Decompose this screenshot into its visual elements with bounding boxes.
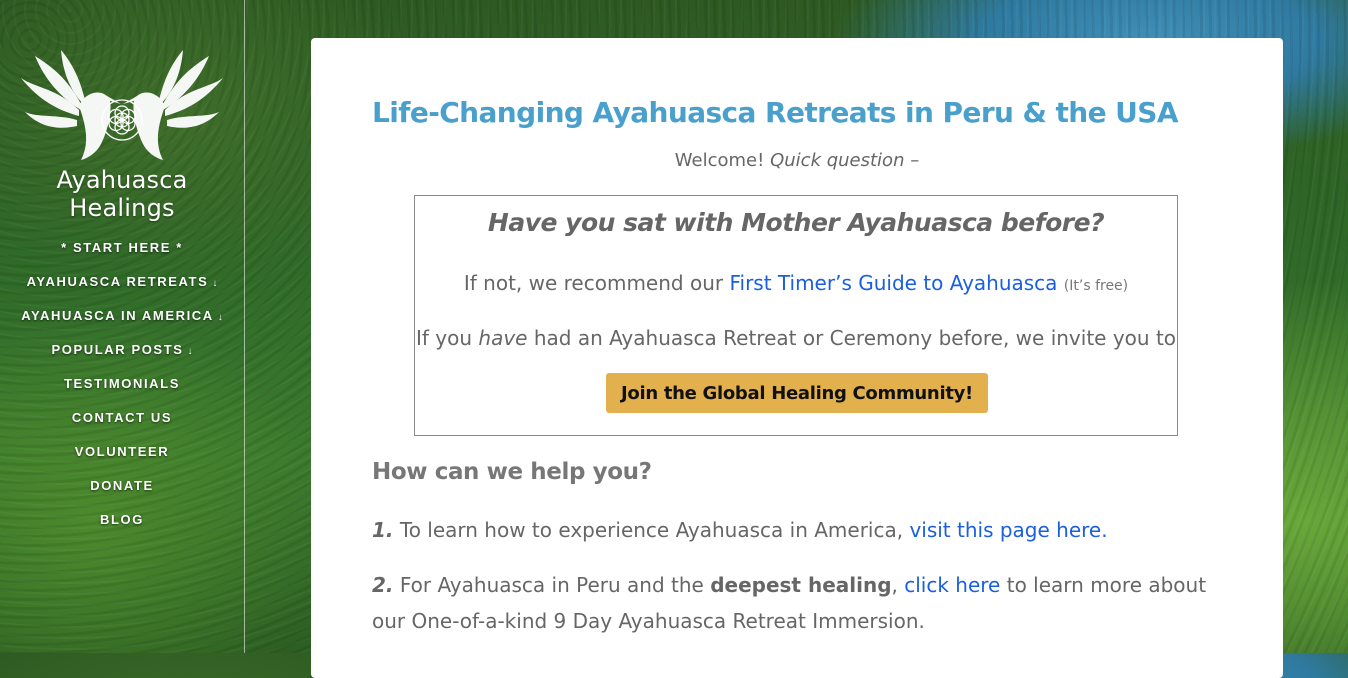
- nav-item-label: POPULAR POSTS: [51, 342, 184, 357]
- item-text: For Ayahuasca in Peru and the: [399, 573, 704, 597]
- double-chevron-down-icon: ↓: [187, 346, 193, 357]
- nav-item-testimonials[interactable]: TESTIMONIALS: [0, 374, 244, 408]
- nav-item-label: AYAHUASCA RETREATS: [26, 274, 209, 289]
- first-timer-prefix: If not, we recommend our: [463, 271, 724, 295]
- nav-item-label: TESTIMONIALS: [64, 376, 180, 391]
- item-comma: ,: [891, 573, 898, 597]
- welcome-line: Welcome! Quick question –: [372, 150, 1222, 171]
- nav-item-label: CONTACT US: [71, 410, 173, 425]
- item-text: To learn how to experience Ayahuasca in …: [399, 518, 904, 542]
- nav-item-donate[interactable]: DONATE: [0, 476, 244, 510]
- site-logo[interactable]: Ayahuasca Healings: [0, 48, 244, 222]
- item-number: 1.: [372, 518, 394, 542]
- nav-item-ayahuasca-retreats[interactable]: AYAHUASCA RETREATS ↓: [0, 272, 244, 306]
- help-item-peru: 2. For Ayahuasca in Peru and the deepest…: [372, 567, 1212, 639]
- returning-prefix: If you: [415, 326, 473, 350]
- help-item-america: 1. To learn how to experience Ayahuasca …: [372, 512, 1212, 548]
- hummingbird-logo-icon: [21, 50, 223, 160]
- nav-item-label: BLOG: [100, 512, 144, 527]
- first-timer-line: If not, we recommend our First Timer’s G…: [415, 271, 1177, 295]
- nav-item-popular-posts[interactable]: POPULAR POSTS ↓: [0, 340, 244, 374]
- nav-item-label: VOLUNTEER: [74, 444, 170, 459]
- peru-retreat-link[interactable]: click here: [904, 573, 1000, 597]
- returning-emphasis: have: [478, 326, 528, 350]
- sidebar: Ayahuasca Healings * START HERE * AYAHUA…: [0, 0, 244, 653]
- nav-item-label: AYAHUASCA IN AMERICA: [21, 308, 214, 323]
- join-community-button[interactable]: Join the Global Healing Community!: [606, 373, 988, 413]
- first-timers-guide-link[interactable]: First Timer’s Guide to Ayahuasca: [729, 271, 1057, 295]
- double-chevron-down-icon: ↓: [212, 278, 218, 289]
- site-name: Ayahuasca Healings: [56, 166, 188, 222]
- nav-item-ayahuasca-in-america[interactable]: AYAHUASCA IN AMERICA ↓: [0, 306, 244, 340]
- main-nav: * START HERE * AYAHUASCA RETREATS ↓ AYAHU…: [0, 238, 244, 544]
- returning-line: If you have had an Ayahuasca Retreat or …: [415, 326, 1177, 350]
- help-heading: How can we help you?: [372, 459, 652, 485]
- returning-suffix: had an Ayahuasca Retreat or Ceremony bef…: [533, 326, 1177, 350]
- nav-item-contact-us[interactable]: CONTACT US: [0, 408, 244, 442]
- nav-item-label: * START HERE *: [61, 240, 183, 255]
- welcome-question: Quick question –: [770, 150, 920, 171]
- item-number: 2.: [372, 573, 394, 597]
- sidebar-divider: [244, 0, 245, 653]
- welcome-text: Welcome!: [674, 150, 765, 171]
- double-chevron-down-icon: ↓: [217, 312, 223, 323]
- free-note: (It’s free): [1063, 278, 1129, 294]
- nav-item-blog[interactable]: BLOG: [0, 510, 244, 544]
- nav-item-start-here[interactable]: * START HERE *: [0, 238, 244, 272]
- nav-item-volunteer[interactable]: VOLUNTEER: [0, 442, 244, 476]
- page-title: Life-Changing Ayahuasca Retreats in Peru…: [372, 96, 1179, 129]
- first-timer-box: Have you sat with Mother Ayahuasca befor…: [414, 195, 1178, 436]
- nav-item-label: DONATE: [90, 478, 154, 493]
- content-card: Life-Changing Ayahuasca Retreats in Peru…: [311, 38, 1283, 678]
- item-bold-text: deepest healing: [710, 573, 892, 597]
- america-page-link[interactable]: visit this page here.: [909, 518, 1107, 542]
- box-question: Have you sat with Mother Ayahuasca befor…: [487, 208, 1105, 237]
